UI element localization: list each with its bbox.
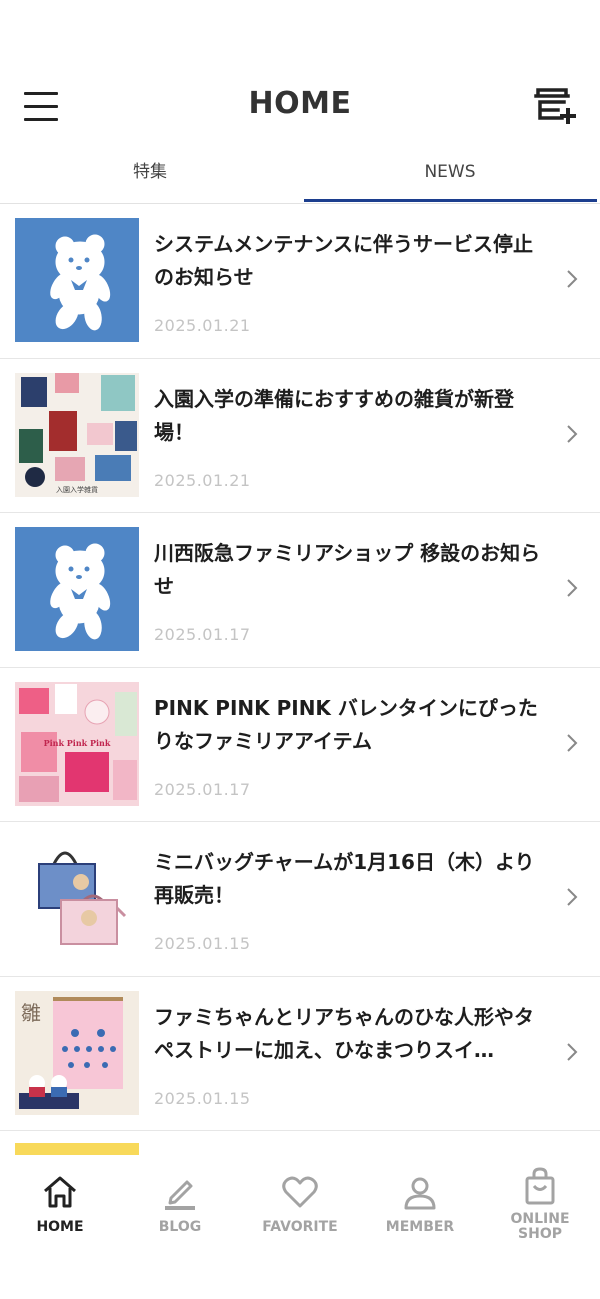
news-thumbnail-partial [15, 1143, 139, 1155]
bottom-navigation: HOME BLOG FAVORITE MEMBER ONLINE SHOP [0, 1156, 600, 1299]
news-thumbnail: 雛 [15, 990, 139, 1115]
chevron-right-icon [567, 1042, 578, 1061]
news-title: PINK PINK PINK バレンタインにぴったりなファミリアアイテム [154, 695, 538, 753]
news-date: 2025.01.15 [154, 934, 251, 953]
nav-online-shop-label-1: ONLINE [510, 1211, 570, 1227]
nav-blog-label: BLOG [158, 1219, 202, 1235]
news-title: 入園入学の準備におすすめの雑貨が新登場！ [154, 386, 514, 444]
nav-member-label: MEMBER [385, 1219, 455, 1235]
shop-add-icon [534, 88, 576, 124]
nav-home[interactable]: HOME [0, 1172, 120, 1252]
news-thumbnail [15, 836, 139, 960]
chevron-right-icon [567, 270, 578, 288]
bear-logo-icon [50, 234, 111, 331]
tab-features[interactable]: 特集 [0, 148, 300, 204]
news-item[interactable]: 入園入学雑貨 入園入学の準備におすすめの雑貨が新登場！ 2025.01.21 [0, 359, 600, 513]
chevron-right-icon [567, 579, 578, 597]
pencil-icon [165, 1180, 195, 1210]
news-title: ミニバッグチャームが1月16日（木）より再販売！ [154, 850, 535, 907]
news-date: 2025.01.17 [154, 625, 251, 644]
news-thumbnail [15, 218, 139, 342]
news-title: ファミちゃんとリアちゃんのひな人形やタペストリーに加え、ひなまつりスイ… [154, 1004, 534, 1062]
news-thumbnail: 入園入学雑貨 [15, 372, 139, 497]
nav-favorite[interactable]: FAVORITE [240, 1172, 360, 1252]
news-item[interactable]: 川西阪急ファミリアショップ 移設のお知らせ 2025.01.17 [0, 513, 600, 668]
school-goods-image [19, 372, 137, 487]
thumbnail-caption: 雛 [21, 1000, 41, 1025]
shop-add-button[interactable] [528, 86, 578, 128]
news-list: システムメンテナンスに伴うサービス停止のお知らせ 2025.01.21 入園入学… [0, 204, 600, 1131]
nav-online-shop-label-2: SHOP [518, 1226, 562, 1242]
active-tab-indicator [304, 199, 597, 202]
nav-home-label: HOME [36, 1219, 84, 1235]
news-date: 2025.01.17 [154, 779, 251, 799]
thumbnail-caption: Pink Pink Pink [43, 737, 111, 748]
chevron-right-icon [567, 424, 578, 443]
thumbnail-caption: 入園入学雑貨 [56, 485, 98, 494]
news-item[interactable]: 雛 ファミちゃんとリアちゃんのひな人形やタペストリーに加え、ひなまつりスイ… 2… [0, 977, 600, 1131]
news-date: 2025.01.21 [154, 470, 251, 490]
nav-blog[interactable]: BLOG [120, 1172, 240, 1252]
page-title: HOME [248, 86, 352, 121]
app-header: HOME [0, 0, 600, 148]
chevron-right-icon [567, 888, 578, 906]
news-thumbnail [15, 527, 139, 651]
news-item[interactable]: システムメンテナンスに伴うサービス停止のお知らせ 2025.01.21 [0, 204, 600, 359]
news-item[interactable]: ミニバッグチャームが1月16日（木）より再販売！ 2025.01.15 [0, 822, 600, 977]
nav-online-shop[interactable]: ONLINE SHOP [480, 1166, 600, 1246]
home-icon [44, 1176, 76, 1208]
news-title: システムメンテナンスに伴うサービス停止のお知らせ [154, 232, 533, 289]
mini-bag-image [38, 851, 127, 945]
tab-bar: 特集 NEWS [0, 148, 600, 204]
chevron-right-icon [567, 733, 578, 752]
news-title: 川西阪急ファミリアショップ 移設のお知らせ [154, 541, 541, 598]
news-date: 2025.01.15 [154, 1088, 251, 1108]
tab-news[interactable]: NEWS [300, 148, 600, 204]
news-date: 2025.01.21 [154, 316, 251, 335]
shopping-bag-icon [525, 1167, 555, 1205]
nav-member[interactable]: MEMBER [360, 1172, 480, 1252]
nav-favorite-label: FAVORITE [262, 1219, 338, 1235]
bear-logo-icon [50, 543, 111, 640]
news-thumbnail: Pink Pink Pink [15, 681, 139, 806]
news-item[interactable]: Pink Pink Pink PINK PINK PINK バレンタインにぴった… [0, 668, 600, 822]
heart-icon [282, 1176, 318, 1208]
person-icon [404, 1177, 436, 1210]
